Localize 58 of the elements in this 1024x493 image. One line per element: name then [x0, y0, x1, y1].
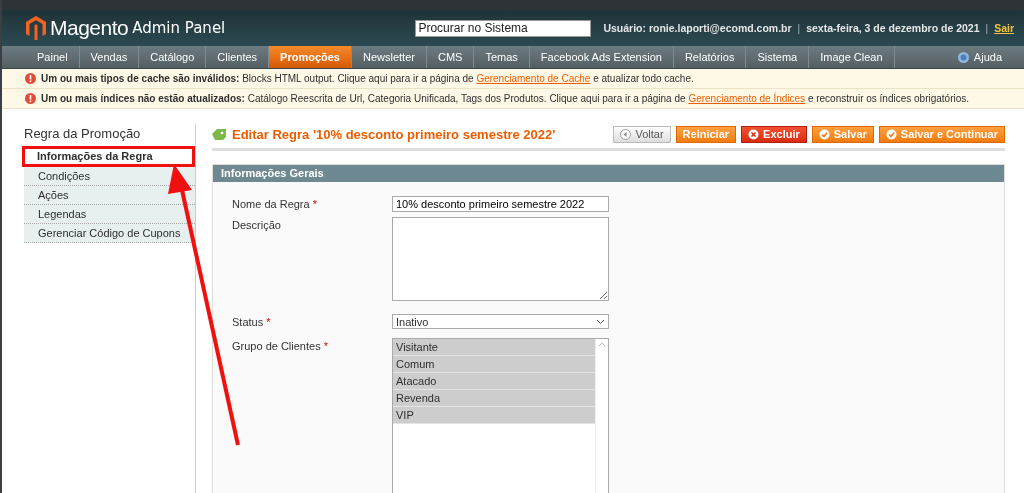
nav-tab[interactable]: Painel: [26, 46, 80, 68]
input-field[interactable]: 10% desconto primeiro semestre 2022: [392, 196, 609, 212]
delete-icon: [748, 128, 760, 140]
notice-link[interactable]: Gerenciamento de Cache: [476, 73, 591, 84]
search-field[interactable]: Procurar no Sistema: [415, 19, 592, 37]
field-label: Descrição: [232, 218, 282, 233]
select-option[interactable]: Comum: [393, 356, 595, 373]
back-icon: [620, 128, 632, 140]
nav-tab[interactable]: Vendas: [79, 46, 140, 68]
nav-tab[interactable]: Facebook Ads Extension: [529, 46, 674, 68]
nav-tab[interactable]: Newsletter: [352, 46, 427, 68]
field-label: Nome da Regra *: [232, 197, 318, 212]
nav-tab[interactable]: CMS: [426, 46, 475, 68]
alert-icon: [25, 93, 36, 104]
back-button[interactable]: Voltar: [613, 125, 671, 143]
notice-link[interactable]: Gerenciamento de Índices: [688, 93, 806, 104]
logo-subtitle: Admin Panel: [132, 19, 226, 37]
nav-tab[interactable]: Image Clean: [809, 46, 895, 68]
scroll-up-icon[interactable]: [598, 342, 606, 347]
help-icon: [957, 51, 969, 63]
textarea-field[interactable]: [392, 217, 609, 301]
multiselect-field[interactable]: Visitante Comum Atacado Revenda VIP: [392, 338, 609, 493]
page-title: Editar Regra '10% desconto primeiro semestre 2022': [232, 126, 557, 142]
user-label: Usuário: ronie.laporti@ecomd.com.br: [603, 22, 792, 34]
help-link[interactable]: Ajuda: [957, 46, 1002, 68]
sidebar-item[interactable]: Gerenciar Código de Cupons: [24, 224, 195, 243]
logo-text: Magento: [50, 16, 129, 40]
select-option[interactable]: Atacado: [393, 373, 595, 390]
tag-icon: [212, 128, 226, 140]
field-label: Grupo de Clientes *: [232, 339, 329, 354]
select-field[interactable]: Inativo: [392, 314, 609, 329]
sidebar-item[interactable]: Condições: [24, 167, 195, 186]
notice-text: Um ou mais tipos de cache são inválidos: Blocks HTML output. Clique aqui para ir a página de Gerenciamento de Cache e atualizar todo cache.: [41, 73, 694, 84]
sidebar-item[interactable]: Ações: [24, 186, 195, 205]
logout-link[interactable]: Sair: [994, 22, 1014, 34]
select-option[interactable]: VIP: [393, 407, 595, 424]
alert-icon: [25, 73, 36, 84]
check-icon: [885, 128, 897, 140]
sidebar-title: Regra da Promoção: [24, 125, 142, 143]
logo-icon: [26, 16, 46, 40]
nav-tab[interactable]: Sistema: [746, 46, 810, 68]
sidebar-item[interactable]: Informações da Regra: [22, 146, 195, 167]
sidebar-item[interactable]: Legendas: [24, 205, 195, 224]
separator: |: [797, 22, 801, 34]
separator: |: [985, 22, 989, 34]
nav-tab[interactable]: Promoções: [269, 46, 352, 68]
notice-text: Um ou mais índices não estão atualizados: Catálogo Reescrita de Url, Categoria Unificada, Tags dos Produtos. Clique aqui para ir a página de Gerenciamento de Índices e reconstruir os índices obrigatórios.: [41, 93, 970, 104]
action-button[interactable]: Excluir: [741, 125, 807, 143]
field-label: Status *: [232, 315, 272, 330]
check-icon: [818, 128, 830, 140]
chevron-icon: [596, 318, 605, 325]
nav-tab[interactable]: Relatórios: [673, 46, 747, 68]
nav-tab[interactable]: Catálogo: [139, 46, 207, 68]
nav-tab[interactable]: Temas: [474, 46, 530, 68]
select-option[interactable]: Visitante: [393, 339, 595, 356]
section-header: Informações Gerais: [213, 165, 1004, 182]
select-option[interactable]: Revenda: [393, 390, 595, 407]
date-label: sexta-feira, 3 de dezembro de 2021: [806, 22, 980, 34]
